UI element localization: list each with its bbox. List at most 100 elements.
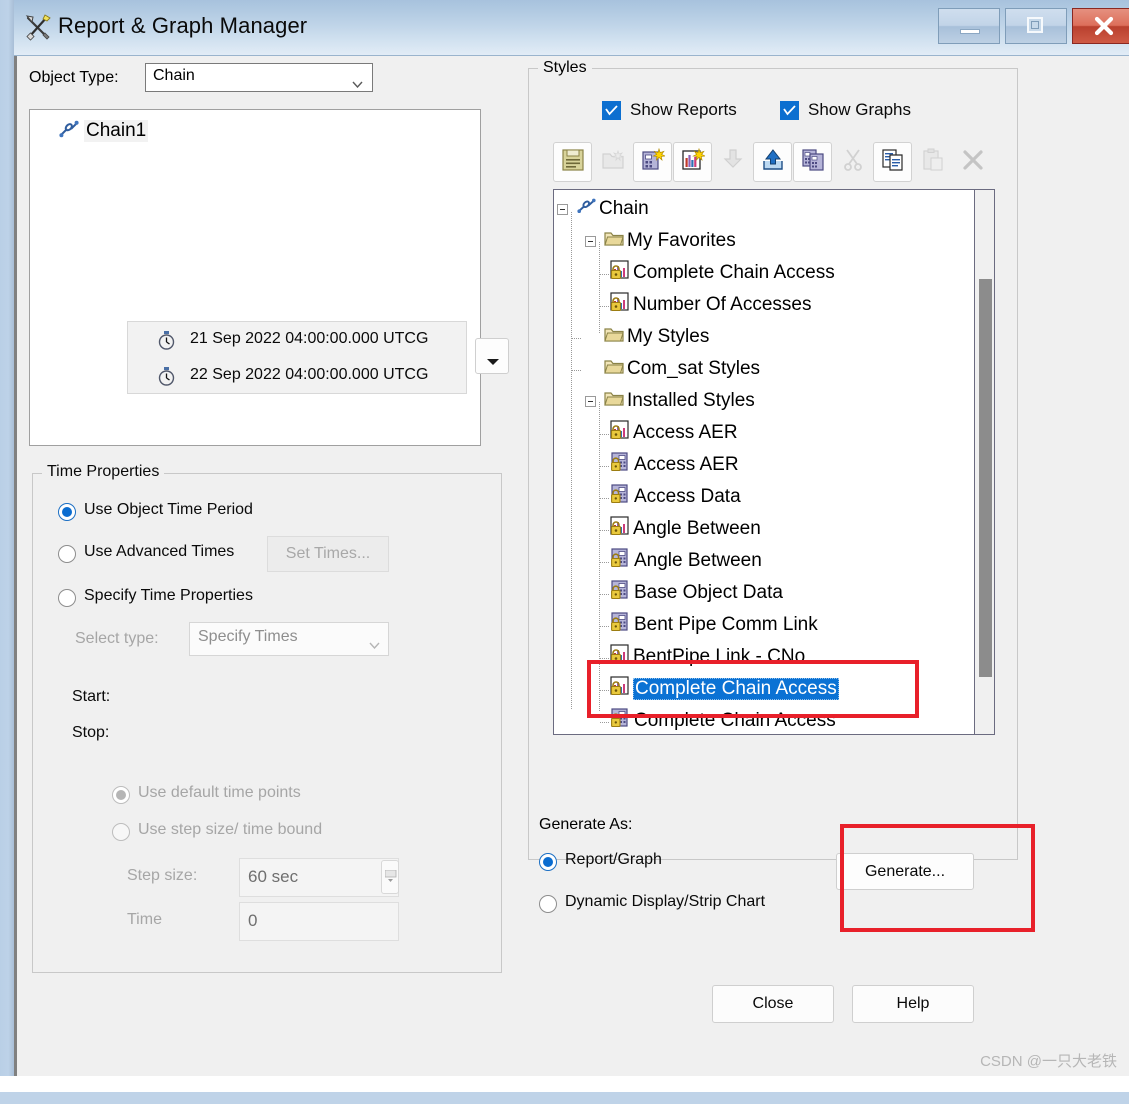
- radio-use-object-time-period[interactable]: [58, 503, 76, 521]
- tree-item-complete-chain-access-report[interactable]: Complete Chain Access: [554, 705, 974, 734]
- object-list[interactable]: Chain1: [29, 109, 481, 446]
- radio-use-advanced-times[interactable]: [58, 545, 76, 563]
- tree-guide: [600, 722, 610, 723]
- export-icon: [761, 148, 785, 176]
- radio-use-default-time-points[interactable]: [112, 786, 130, 804]
- tree-item-angle-between-report[interactable]: Angle Between: [554, 545, 974, 577]
- tree-item-bentpipe-link-cno[interactable]: BentPipe Link - CNo: [554, 641, 974, 673]
- copy-button[interactable]: [873, 142, 912, 182]
- tree-item-installed-styles[interactable]: Installed Styles: [554, 385, 974, 417]
- radio-use-step-size-time-bound-label: Use step size/ time bound: [138, 821, 323, 838]
- new-graph-button[interactable]: [673, 142, 712, 182]
- list-item[interactable]: Chain1: [58, 118, 149, 144]
- tree-item-my-styles[interactable]: My Styles: [554, 321, 974, 353]
- tree-item-number-of-accesses[interactable]: Number Of Accesses: [554, 289, 974, 321]
- new-folder-button: [593, 142, 632, 182]
- chain-icon: [576, 197, 597, 221]
- tree-scrollbar-thumb[interactable]: [979, 279, 992, 677]
- minimize-button[interactable]: [938, 8, 1000, 44]
- collapse-toggle-icon[interactable]: [585, 396, 596, 407]
- folder-icon: [604, 358, 624, 381]
- tree-item-access-data[interactable]: Access Data: [554, 481, 974, 513]
- tree-guide: [600, 466, 610, 467]
- tree-item-chain[interactable]: Chain: [554, 193, 974, 225]
- tree-item-label: Access Data: [634, 486, 741, 507]
- maximize-button[interactable]: [1005, 8, 1067, 44]
- styles-toolbar: [553, 142, 993, 182]
- tree-item-access-aer-report[interactable]: Access AER: [554, 449, 974, 481]
- export-button[interactable]: [753, 142, 792, 182]
- import-button: [713, 142, 752, 182]
- radio-report-graph[interactable]: [539, 853, 557, 871]
- close-button[interactable]: Close: [712, 985, 834, 1023]
- close-icon: [1093, 15, 1115, 37]
- graph-lock-icon: [610, 292, 632, 318]
- radio-dynamic-display-strip-chart[interactable]: [539, 895, 557, 913]
- start-time-label: Start:: [72, 688, 111, 705]
- object-type-label: Object Type:: [29, 69, 119, 86]
- time-range-dropdown-button[interactable]: [475, 338, 509, 374]
- tree-item-label: Angle Between: [634, 550, 762, 571]
- tree-item-com-sat-styles[interactable]: Com_sat Styles: [554, 353, 974, 385]
- select-type-label: Select type:: [75, 630, 159, 647]
- step-size-stepper[interactable]: [381, 860, 399, 894]
- checkbox-show-reports-label: Show Reports: [630, 100, 737, 119]
- collapse-toggle-icon[interactable]: [557, 204, 568, 215]
- stop-time-row[interactable]: 22 Sep 2022 04:00:00.000 UTCG: [128, 359, 468, 395]
- tree-item-complete-chain-access-fav[interactable]: Complete Chain Access: [554, 257, 974, 289]
- tree-right-border: [994, 189, 995, 735]
- tree-guide: [600, 274, 610, 275]
- tree-item-label: Number Of Accesses: [633, 294, 812, 315]
- start-time-row[interactable]: 21 Sep 2022 04:00:00.000 UTCG: [128, 323, 468, 359]
- generate-button[interactable]: Generate...: [836, 853, 974, 890]
- styles-tree[interactable]: Chain My Favorites Complete Chain Access…: [553, 189, 975, 735]
- checkbox-show-reports[interactable]: [602, 101, 621, 120]
- report-lock-icon: [610, 580, 630, 606]
- tree-item-label: Access AER: [634, 454, 739, 475]
- new-report-icon: [641, 147, 666, 176]
- object-type-select[interactable]: Chain: [145, 63, 373, 92]
- tree-item-complete-chain-access-selected[interactable]: Complete Chain Access: [554, 673, 974, 705]
- start-time-value: 21 Sep 2022 04:00:00.000 UTCG: [190, 330, 429, 347]
- tree-item-label: Angle Between: [633, 518, 761, 539]
- window-title: Report & Graph Manager: [58, 13, 308, 38]
- tree-guide: [600, 594, 610, 595]
- chain-icon: [58, 119, 80, 143]
- new-folder-icon: [601, 148, 625, 176]
- folder-icon: [604, 326, 624, 349]
- tree-item-my-favorites[interactable]: My Favorites: [554, 225, 974, 257]
- properties-button[interactable]: [553, 142, 592, 182]
- folder-icon: [604, 230, 624, 253]
- new-report-button[interactable]: [633, 142, 672, 182]
- tree-guide: [600, 434, 610, 435]
- help-button[interactable]: Help: [852, 985, 974, 1023]
- time-input[interactable]: 0: [239, 902, 399, 941]
- minimize-icon: [960, 29, 980, 34]
- step-size-input[interactable]: 60 sec: [239, 858, 399, 897]
- graph-lock-icon: [610, 644, 632, 670]
- tree-item-label: Complete Chain Access: [633, 678, 839, 700]
- duplicate-button[interactable]: [793, 142, 832, 182]
- tree-item-angle-between-graph[interactable]: Angle Between: [554, 513, 974, 545]
- checkbox-show-graphs[interactable]: [780, 101, 799, 120]
- chevron-down-icon: [487, 353, 499, 370]
- tree-guide: [600, 658, 610, 659]
- select-type-select[interactable]: Specify Times: [189, 622, 389, 656]
- tree-item-base-object-data[interactable]: Base Object Data: [554, 577, 974, 609]
- tree-item-access-aer-graph[interactable]: Access AER: [554, 417, 974, 449]
- tree-item-bent-pipe-comm-link[interactable]: Bent Pipe Comm Link: [554, 609, 974, 641]
- clock-icon: [158, 367, 175, 386]
- report-lock-icon: [610, 708, 630, 734]
- set-times-button[interactable]: Set Times...: [267, 536, 389, 572]
- step-size-value: 60 sec: [248, 867, 299, 886]
- tree-guide: [600, 562, 610, 563]
- dialog-client-area: Object Type: Chain Chain1 Time Propertie…: [17, 57, 1129, 1076]
- cut-icon: [841, 148, 865, 176]
- close-window-button[interactable]: [1072, 8, 1129, 44]
- tree-item-label: Chain: [599, 198, 649, 219]
- copy-icon: [881, 148, 905, 176]
- radio-specify-time-properties[interactable]: [58, 589, 76, 607]
- collapse-toggle-icon[interactable]: [585, 236, 596, 247]
- tree-guide: [600, 626, 610, 627]
- radio-use-step-size-time-bound[interactable]: [112, 823, 130, 841]
